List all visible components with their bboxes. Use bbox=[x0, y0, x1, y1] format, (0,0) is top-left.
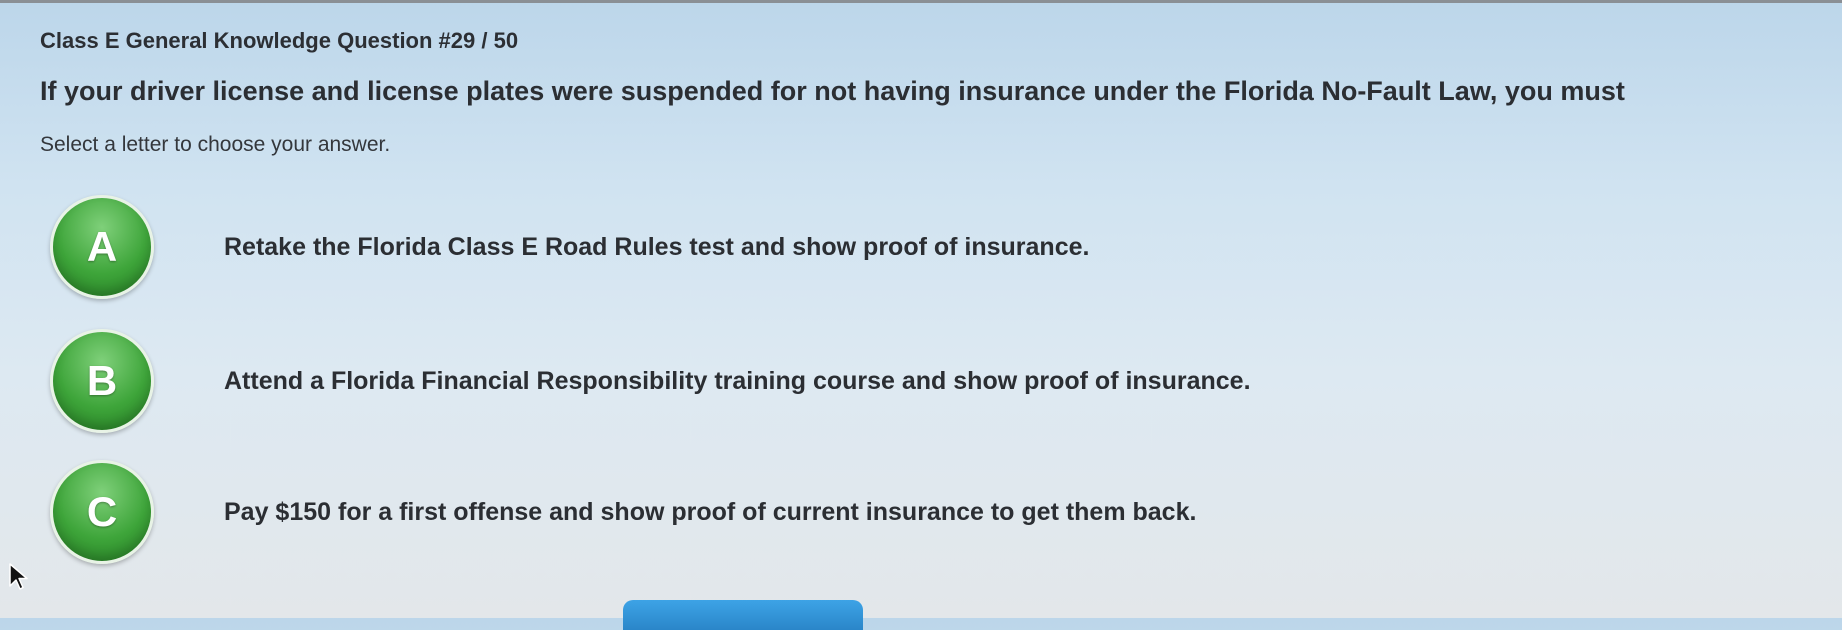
answer-option-c[interactable]: C Pay $150 for a first offense and show … bbox=[50, 460, 1450, 564]
question-text: If your driver license and license plate… bbox=[40, 76, 1625, 106]
answer-b-text[interactable]: Attend a Florida Financial Responsibilit… bbox=[224, 367, 1251, 396]
answer-b-button[interactable]: B bbox=[50, 329, 154, 433]
mouse-pointer-icon bbox=[9, 563, 28, 590]
answer-c-text[interactable]: Pay $150 for a first offense and show pr… bbox=[224, 498, 1196, 527]
answer-a-text[interactable]: Retake the Florida Class E Road Rules te… bbox=[224, 233, 1089, 262]
answer-option-b[interactable]: B Attend a Florida Financial Responsibil… bbox=[50, 329, 1450, 433]
answer-option-a[interactable]: A Retake the Florida Class E Road Rules … bbox=[50, 195, 1450, 299]
answer-c-button[interactable]: C bbox=[50, 460, 154, 564]
next-button[interactable] bbox=[623, 600, 863, 630]
instruction-text: Select a letter to choose your answer. bbox=[40, 133, 391, 156]
question-counter: Class E General Knowledge Question #29 /… bbox=[40, 28, 519, 53]
top-divider bbox=[0, 0, 1842, 3]
answer-a-button[interactable]: A bbox=[50, 195, 154, 299]
